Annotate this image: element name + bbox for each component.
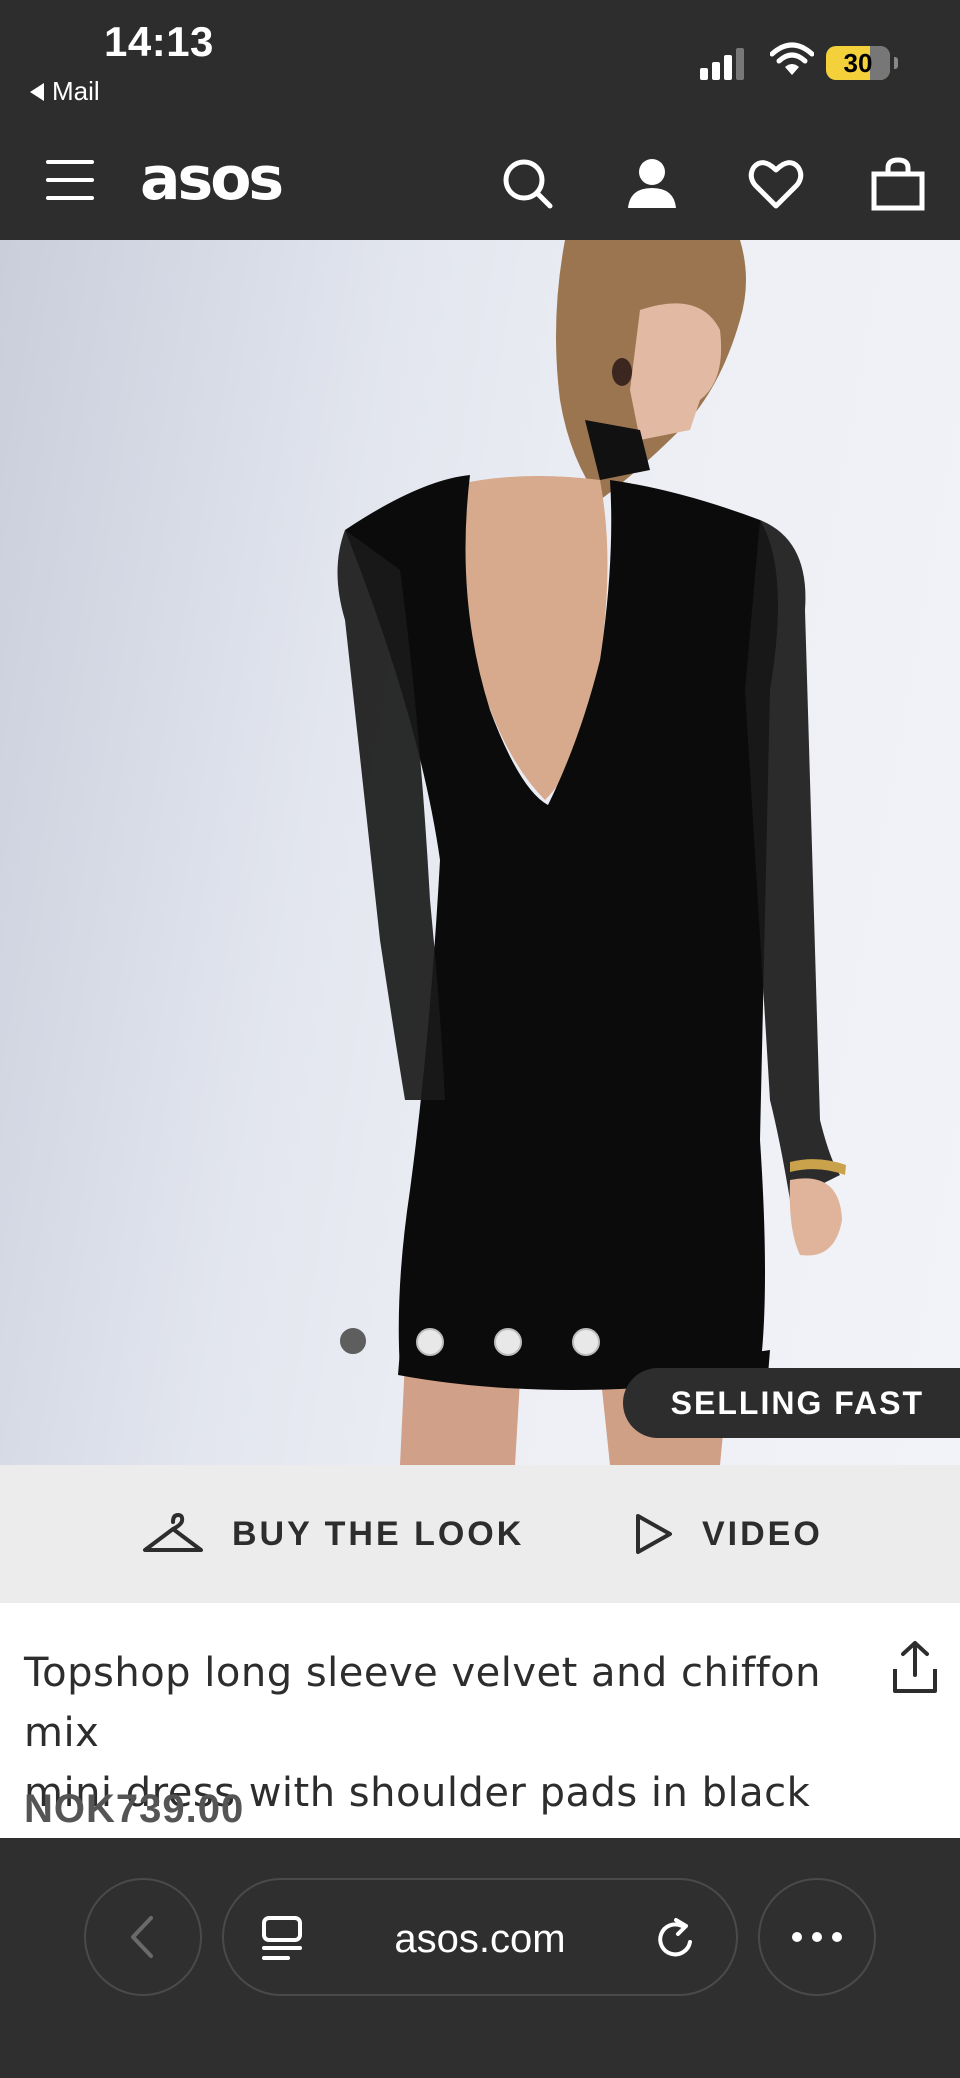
browser-back-button[interactable] [84,1878,202,1996]
carousel-dot[interactable] [340,1328,366,1354]
more-options-button[interactable] [758,1878,876,1996]
battery-level: 30 [843,47,873,78]
share-icon[interactable] [890,1639,940,1695]
media-actions-bar: BUY THE LOOK VIDEO [0,1465,960,1603]
selling-fast-badge: SELLING FAST [622,1368,960,1438]
video-label: VIDEO [702,1514,823,1553]
product-price: NOK739.00 [24,1787,245,1831]
battery-icon: 30 [826,46,898,80]
more-dot [812,1932,822,1942]
buy-the-look-label: BUY THE LOOK [232,1514,525,1553]
back-app-label: Mail [52,76,100,106]
wifi-icon [770,42,814,75]
product-title-line: Topshop long sleeve velvet and chiffon m… [24,1650,821,1756]
carousel-dot[interactable] [572,1328,600,1356]
account-icon[interactable] [622,154,682,214]
product-photo [337,240,846,1465]
buy-the-look-button[interactable]: BUY THE LOOK [142,1465,524,1603]
video-button[interactable]: VIDEO [634,1465,823,1603]
carousel-dots [340,1328,600,1356]
product-image-carousel[interactable]: SELLING FAST [0,240,960,1465]
play-icon [636,1514,672,1554]
reload-icon[interactable] [654,1916,698,1962]
chevron-left-icon [131,1916,153,1958]
asos-logo[interactable]: asos [140,144,284,214]
status-bar: 14:13 Mail 30 [0,0,960,130]
carousel-dot[interactable] [494,1328,522,1356]
carousel-dot[interactable] [416,1328,444,1356]
menu-icon[interactable] [46,160,94,200]
status-time: 14:13 [104,18,214,65]
browser-toolbar: asos.com [0,1838,960,2078]
back-triangle-icon [30,82,44,101]
app-header: asos [0,130,960,240]
product-info: Topshop long sleeve velvet and chiffon m… [0,1603,960,1838]
bag-icon[interactable] [868,154,928,214]
more-dot [792,1932,802,1942]
cellular-signal-icon [700,46,744,80]
heart-icon[interactable] [746,154,806,214]
back-to-mail-link[interactable]: Mail [30,76,100,107]
address-bar[interactable]: asos.com [222,1878,738,1996]
search-icon[interactable] [498,154,558,214]
hanger-icon [143,1513,203,1552]
more-dot [832,1932,842,1942]
